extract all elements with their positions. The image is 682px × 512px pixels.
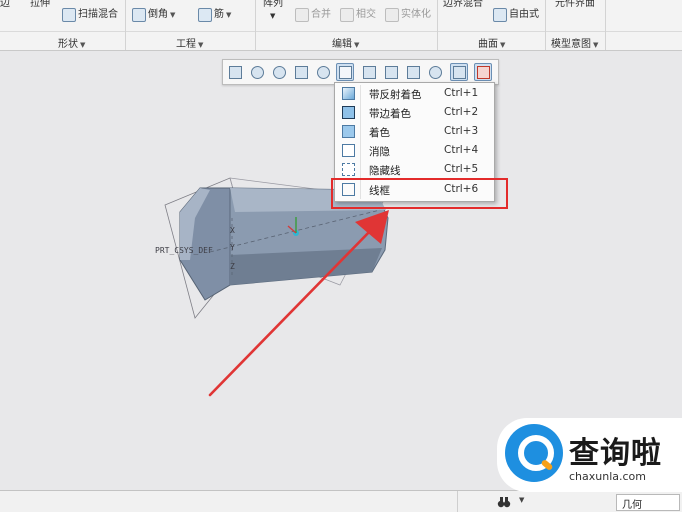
freestyle-button[interactable]: 自由式 bbox=[509, 9, 539, 21]
group-label-surface[interactable]: 曲面 ▼ bbox=[478, 35, 505, 50]
perspective-icon bbox=[407, 66, 420, 79]
group-label-editing[interactable]: 编辑 ▼ bbox=[332, 35, 359, 50]
menu-item-label: 隐藏线 bbox=[369, 165, 401, 177]
watermark-brand-text: 查询啦 bbox=[569, 436, 662, 471]
zoom-out-icon bbox=[273, 66, 286, 79]
camera-button[interactable] bbox=[382, 63, 400, 81]
display-style-button[interactable] bbox=[336, 63, 354, 81]
datum-display-icon bbox=[429, 66, 442, 79]
group-separator bbox=[437, 0, 438, 50]
shading-edges-icon bbox=[342, 106, 355, 119]
rib-button[interactable]: 筋 ▼ bbox=[214, 9, 231, 21]
menu-item-shading-reflections[interactable]: 带反射着色 Ctrl+1 bbox=[336, 84, 493, 103]
menu-item-shortcut: Ctrl+5 bbox=[444, 163, 479, 175]
refit-icon bbox=[229, 66, 242, 79]
merge-button[interactable]: 合并 bbox=[311, 9, 331, 21]
group-separator bbox=[255, 0, 256, 50]
menu-item-shortcut: Ctrl+4 bbox=[444, 144, 479, 156]
group-separator bbox=[545, 0, 546, 50]
menu-item-shortcut: Ctrl+1 bbox=[444, 87, 479, 99]
shading-reflections-icon bbox=[342, 87, 355, 100]
view-manager-button[interactable] bbox=[314, 63, 332, 81]
status-separator bbox=[457, 491, 458, 512]
chamfer-button[interactable]: 倒角 ▼ bbox=[148, 9, 175, 21]
ribbon-clipped-label: 边 bbox=[0, 0, 10, 9]
menu-item-label: 着色 bbox=[369, 127, 390, 139]
display-style-icon bbox=[339, 66, 352, 79]
menu-item-hidden-line[interactable]: 隐藏线 Ctrl+5 bbox=[336, 160, 493, 179]
annotation-display-icon bbox=[453, 66, 466, 79]
intersect-button[interactable]: 相交 bbox=[356, 9, 376, 21]
group-label-model-intent[interactable]: 模型意图 ▼ bbox=[551, 35, 598, 50]
zoom-in-button[interactable] bbox=[248, 63, 266, 81]
repaint-button[interactable] bbox=[292, 63, 310, 81]
menu-item-label: 带边着色 bbox=[369, 108, 411, 120]
datum-display-button[interactable] bbox=[426, 63, 444, 81]
pattern-button[interactable]: 阵列 bbox=[263, 0, 283, 10]
sweep-blend-button[interactable]: 扫描混合 bbox=[78, 9, 118, 21]
chamfer-icon bbox=[132, 8, 146, 22]
menu-item-shortcut: Ctrl+2 bbox=[444, 106, 479, 118]
boundary-blend-button[interactable]: 边界混合 bbox=[443, 0, 483, 10]
menu-item-shading[interactable]: 着色 Ctrl+3 bbox=[336, 122, 493, 141]
saved-orientations-icon bbox=[363, 66, 376, 79]
zoom-out-button[interactable] bbox=[270, 63, 288, 81]
solidify-icon bbox=[385, 8, 399, 22]
shading-icon bbox=[342, 125, 355, 138]
ribbon: 边 拉伸 扫描混合 倒角 ▼ 筋 ▼ 阵列 ▼ 合并 相交 实体化 边界混合 自由式… bbox=[0, 0, 682, 51]
rib-icon bbox=[198, 8, 212, 22]
element-interface-button[interactable]: 元件界面 bbox=[555, 0, 595, 10]
arrow-head-icon bbox=[355, 210, 389, 244]
intersect-icon bbox=[340, 8, 354, 22]
extrude-button[interactable]: 拉伸 bbox=[30, 0, 50, 10]
filter-dropdown-caret[interactable]: ▼ bbox=[519, 496, 524, 504]
watermark-url-text: chaxunla.com bbox=[569, 470, 646, 483]
filter-binoculars-icon[interactable] bbox=[497, 495, 511, 508]
annotation-display-button[interactable] bbox=[450, 63, 468, 81]
watermark: 查询啦 chaxunla.com bbox=[497, 418, 682, 492]
spin-center-button[interactable] bbox=[474, 63, 492, 81]
merge-icon bbox=[295, 8, 309, 22]
menu-item-label: 消隐 bbox=[369, 146, 390, 158]
menu-item-label: 带反射着色 bbox=[369, 89, 422, 101]
group-label-shape[interactable]: 形状 ▼ bbox=[58, 35, 85, 50]
pattern-dropdown-caret[interactable]: ▼ bbox=[270, 10, 275, 22]
refit-button[interactable] bbox=[226, 63, 244, 81]
zoom-in-icon bbox=[251, 66, 264, 79]
no-hidden-icon bbox=[342, 144, 355, 157]
hidden-line-icon bbox=[342, 163, 355, 176]
sweep-blend-icon bbox=[62, 8, 76, 22]
solidify-button[interactable]: 实体化 bbox=[401, 9, 431, 21]
freestyle-icon bbox=[493, 8, 507, 22]
group-separator bbox=[125, 0, 126, 50]
selection-filter-dropdown[interactable]: 几何 bbox=[616, 494, 680, 511]
perspective-button[interactable] bbox=[404, 63, 422, 81]
spin-center-icon bbox=[477, 66, 490, 79]
view-manager-icon bbox=[317, 66, 330, 79]
repaint-icon bbox=[295, 66, 308, 79]
ribbon-group-band bbox=[0, 31, 682, 32]
arrow-shaft bbox=[208, 226, 375, 397]
camera-icon bbox=[385, 66, 398, 79]
group-separator bbox=[605, 0, 606, 50]
saved-orientations-button[interactable] bbox=[360, 63, 378, 81]
menu-item-no-hidden[interactable]: 消隐 Ctrl+4 bbox=[336, 141, 493, 160]
arrow-annotation bbox=[208, 210, 389, 397]
watermark-logo-icon bbox=[505, 424, 563, 482]
selection-filter-value: 几何 bbox=[622, 500, 642, 511]
menu-item-shortcut: Ctrl+3 bbox=[444, 125, 479, 137]
menu-item-shading-edges[interactable]: 带边着色 Ctrl+2 bbox=[336, 103, 493, 122]
status-bar: ▼ 几何 bbox=[0, 490, 682, 512]
group-label-engineering[interactable]: 工程 ▼ bbox=[176, 35, 203, 50]
